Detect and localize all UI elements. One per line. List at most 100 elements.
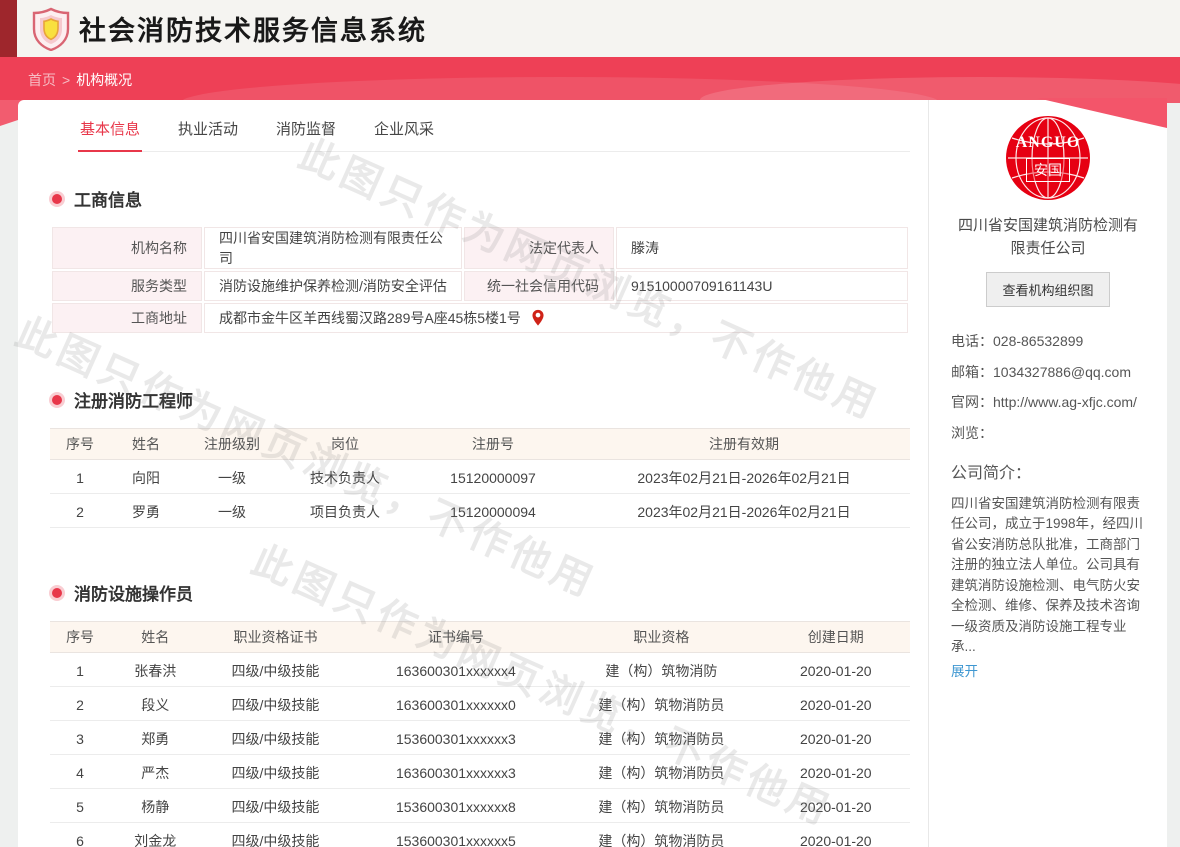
sidebar: ANGUO 安国 四川省安国建筑消防检测有限责任公司 查看机构组织图 电话： 0… <box>928 100 1167 847</box>
section-title-text: 工商信息 <box>74 186 142 211</box>
cell: 153600301xxxxxx8 <box>351 791 561 823</box>
email-value: 1034327886@qq.com <box>993 362 1131 384</box>
cell: 技术负责人 <box>282 462 408 494</box>
company-intro-text: 四川省安国建筑消防检测有限责任公司，成立于1998年，经四川省公安消防总队批准，… <box>951 494 1145 658</box>
cell: 5 <box>50 791 110 823</box>
table-header-row: 序号 姓名 职业资格证书 证书编号 职业资格 创建日期 <box>50 621 910 653</box>
cell: 四级/中级技能 <box>200 689 350 721</box>
table-header-row: 序号 姓名 注册级别 岗位 注册号 注册有效期 <box>50 428 910 460</box>
cell: 153600301xxxxxx5 <box>351 825 561 847</box>
cell: 建（构）筑物消防员 <box>561 791 761 823</box>
col-header: 创建日期 <box>762 621 910 653</box>
table-row: 服务类型 消防设施维护保养检测/消防安全评估 统一社会信用代码 91510000… <box>52 271 908 301</box>
service-type-value: 消防设施维护保养检测/消防安全评估 <box>204 271 462 301</box>
cell: 建（构）筑物消防员 <box>561 825 761 847</box>
cell: 6 <box>50 825 110 847</box>
table-row: 2 段义 四级/中级技能 163600301xxxxxx0 建（构）筑物消防员 … <box>50 689 910 721</box>
cell: 2020-01-20 <box>762 655 910 687</box>
cell: 163600301xxxxxx3 <box>351 757 561 789</box>
cell: 杨静 <box>110 791 200 823</box>
cell: 四级/中级技能 <box>200 825 350 847</box>
bullet-dot-icon <box>52 395 62 405</box>
logo-text-cn: 安国 <box>1026 158 1070 182</box>
cell: 严杰 <box>110 757 200 789</box>
contact-info: 电话： 028-86532899 邮箱： 1034327886@qq.com 官… <box>951 331 1145 445</box>
cell: 163600301xxxxxx4 <box>351 655 561 687</box>
col-header: 岗位 <box>282 428 408 460</box>
col-header: 姓名 <box>110 621 200 653</box>
cell: 153600301xxxxxx3 <box>351 723 561 755</box>
org-name-label: 机构名称 <box>52 227 202 269</box>
cell: 2 <box>50 496 110 528</box>
section-title-text: 注册消防工程师 <box>74 387 193 412</box>
cell: 建（构）筑物消防员 <box>561 723 761 755</box>
breadcrumb: 首页>机构概况 <box>28 57 132 103</box>
cell: 刘金龙 <box>110 825 200 847</box>
col-header: 序号 <box>50 428 110 460</box>
address-value: 成都市金牛区羊西线蜀汉路289号A座45栋5楼1号 <box>219 308 521 328</box>
service-type-label: 服务类型 <box>52 271 202 301</box>
tab-bar: 基本信息 执业活动 消防监督 企业风采 <box>78 114 910 152</box>
cell: 2020-01-20 <box>762 791 910 823</box>
cell: 郑勇 <box>110 723 200 755</box>
cell: 2020-01-20 <box>762 757 910 789</box>
contact-views: 浏览： <box>951 423 1145 445</box>
col-header: 职业资格 <box>561 621 761 653</box>
website-link[interactable]: http://www.ag-xfjc.com/ <box>993 392 1137 414</box>
cell: 2020-01-20 <box>762 723 910 755</box>
address-label: 工商地址 <box>52 303 202 333</box>
section-title-text: 消防设施操作员 <box>74 580 193 605</box>
contact-website: 官网： http://www.ag-xfjc.com/ <box>951 392 1145 414</box>
cell: 2023年02月21日-2026年02月21日 <box>578 462 910 494</box>
cell: 建（构）筑物消防员 <box>561 689 761 721</box>
main-panel: 基本信息 执业活动 消防监督 企业风采 工商信息 机构名称 四川省安国建筑消防检… <box>18 100 928 847</box>
cell: 一级 <box>182 462 282 494</box>
tab-enterprise-style[interactable]: 企业风采 <box>372 114 436 151</box>
cell: 15120000094 <box>408 496 578 528</box>
table-row: 工商地址 成都市金牛区羊西线蜀汉路289号A座45栋5楼1号 <box>52 303 908 333</box>
tab-fire-supervision[interactable]: 消防监督 <box>274 114 338 151</box>
table-row: 2 罗勇 一级 项目负责人 15120000094 2023年02月21日-20… <box>50 496 910 528</box>
banner: 首页>机构概况 <box>0 57 1180 103</box>
company-intro-title: 公司简介： <box>951 459 1145 483</box>
col-header: 注册号 <box>408 428 578 460</box>
table-row: 1 向阳 一级 技术负责人 15120000097 2023年02月21日-20… <box>50 462 910 494</box>
tab-basic-info[interactable]: 基本信息 <box>78 114 142 152</box>
contact-email: 邮箱： 1034327886@qq.com <box>951 362 1145 384</box>
credit-code-label: 统一社会信用代码 <box>464 271 614 301</box>
address-cell: 成都市金牛区羊西线蜀汉路289号A座45栋5楼1号 <box>204 303 908 333</box>
company-name: 四川省安国建筑消防检测有限责任公司 <box>951 215 1145 260</box>
shield-logo-icon <box>31 7 71 51</box>
legal-rep-value: 滕涛 <box>616 227 908 269</box>
view-org-chart-button[interactable]: 查看机构组织图 <box>986 272 1109 307</box>
phone-value: 028-86532899 <box>993 331 1083 353</box>
site-title: 社会消防技术服务信息系统 <box>79 9 427 48</box>
breadcrumb-current: 机构概况 <box>76 72 132 88</box>
col-header: 序号 <box>50 621 110 653</box>
expand-link[interactable]: 展开 <box>951 660 978 680</box>
map-pin-icon[interactable] <box>531 309 545 327</box>
cell: 建（构）筑物消防员 <box>561 757 761 789</box>
content-area: 基本信息 执业活动 消防监督 企业风采 工商信息 机构名称 四川省安国建筑消防检… <box>18 100 1167 847</box>
tab-practice[interactable]: 执业活动 <box>176 114 240 151</box>
col-header: 注册有效期 <box>578 428 910 460</box>
email-label: 邮箱： <box>951 362 993 384</box>
business-info-table: 机构名称 四川省安国建筑消防检测有限责任公司 法定代表人 滕涛 服务类型 消防设… <box>50 225 910 335</box>
col-header: 注册级别 <box>182 428 282 460</box>
contact-phone: 电话： 028-86532899 <box>951 331 1145 353</box>
views-label: 浏览： <box>951 423 993 445</box>
cell: 15120000097 <box>408 462 578 494</box>
logo-text-en: ANGUO <box>1006 134 1090 152</box>
table-row: 机构名称 四川省安国建筑消防检测有限责任公司 法定代表人 滕涛 <box>52 227 908 269</box>
cell: 段义 <box>110 689 200 721</box>
cell: 四级/中级技能 <box>200 757 350 789</box>
breadcrumb-home-link[interactable]: 首页 <box>28 72 56 88</box>
cell: 张春洪 <box>110 655 200 687</box>
cell: 163600301xxxxxx0 <box>351 689 561 721</box>
section-engineers: 注册消防工程师 <box>50 387 910 412</box>
table-row: 6 刘金龙 四级/中级技能 153600301xxxxxx5 建（构）筑物消防员… <box>50 825 910 847</box>
cell: 建（构）筑物消防 <box>561 655 761 687</box>
org-name-value: 四川省安国建筑消防检测有限责任公司 <box>204 227 462 269</box>
cell: 3 <box>50 723 110 755</box>
company-logo: ANGUO 安国 <box>1006 116 1090 200</box>
